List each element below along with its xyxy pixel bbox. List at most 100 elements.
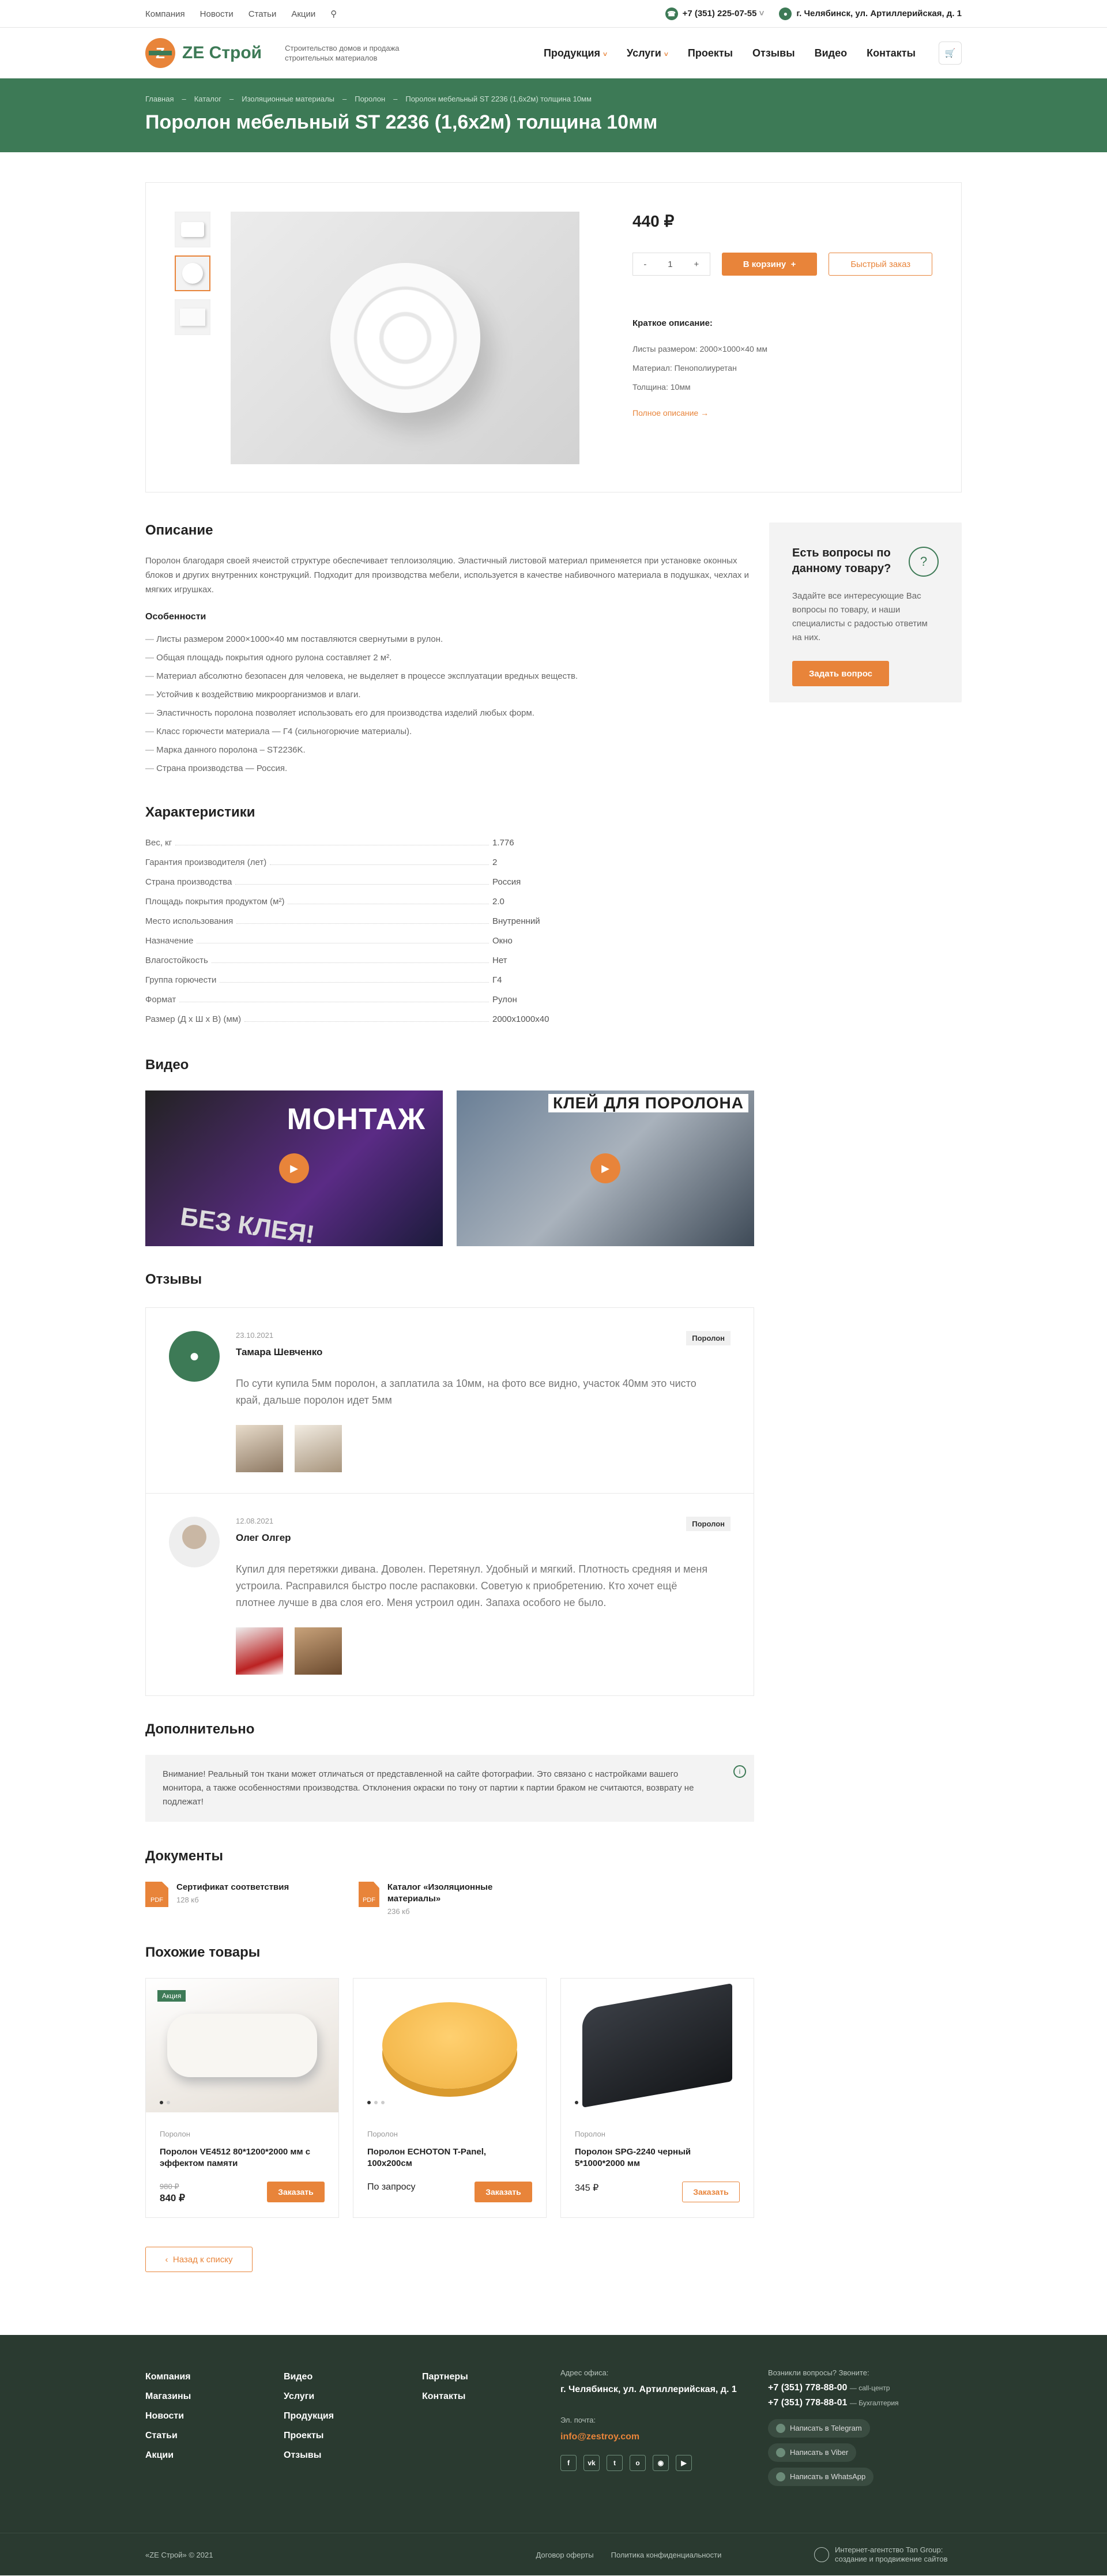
order-button[interactable]: Заказать xyxy=(267,2182,325,2202)
foam-roll-image xyxy=(330,263,480,413)
slider-dot[interactable] xyxy=(381,2101,385,2104)
footer-link[interactable]: Партнеры xyxy=(422,2367,560,2387)
cart-button[interactable]: 🛒 xyxy=(939,42,962,65)
phone-callcenter-number: +7 (351) 778-88-00 xyxy=(768,2383,848,2393)
slider-dot[interactable] xyxy=(374,2101,378,2104)
nav-video[interactable]: Видео xyxy=(815,47,848,59)
telegram-button[interactable]: Написать в Telegram xyxy=(768,2419,870,2438)
review-photo[interactable] xyxy=(236,1627,283,1675)
phone-accounting[interactable]: +7 (351) 778-88-01 — Бухгалтерия xyxy=(768,2397,899,2409)
footer-link[interactable]: Контакты xyxy=(422,2387,560,2406)
slider-dot[interactable] xyxy=(367,2101,371,2104)
thumbnail[interactable] xyxy=(175,212,210,247)
play-icon[interactable]: ▶ xyxy=(590,1153,620,1183)
phone-callcenter[interactable]: +7 (351) 778-88-00 — call-центр xyxy=(768,2382,899,2394)
footer-link[interactable]: Отзывы xyxy=(284,2446,422,2465)
order-button[interactable]: Заказать xyxy=(475,2182,532,2202)
feature-item: Класс горючести материала — Г4 (сильного… xyxy=(145,723,754,741)
viber-button[interactable]: Написать в Viber xyxy=(768,2443,857,2462)
quick-order-button[interactable]: Быстрый заказ xyxy=(829,253,932,276)
product-card-small[interactable]: Поролон Поролон ECHOTON T-Panel, 100х200… xyxy=(353,1978,547,2218)
twitter-icon[interactable]: t xyxy=(607,2455,623,2471)
thumbnail[interactable] xyxy=(175,255,210,291)
facebook-icon[interactable]: f xyxy=(560,2455,577,2471)
footer-link[interactable]: Магазины xyxy=(145,2387,284,2406)
odnoklassniki-icon[interactable]: o xyxy=(630,2455,646,2471)
product-image[interactable] xyxy=(561,1979,754,2112)
description-title: Описание xyxy=(145,522,213,538)
product-image[interactable]: Акция xyxy=(146,1979,338,2112)
product-main-image[interactable] xyxy=(231,212,579,464)
review-item: 12.08.2021 Олег Олгер Купил для перетяжк… xyxy=(146,1494,754,1695)
play-icon[interactable]: ▶ xyxy=(279,1153,309,1183)
review-photo[interactable] xyxy=(295,1425,342,1472)
footer-link[interactable]: Продукция xyxy=(284,2406,422,2426)
full-description-link[interactable]: Полное описание → xyxy=(632,408,932,418)
qty-plus-button[interactable]: + xyxy=(694,260,699,269)
slider-dot[interactable] xyxy=(575,2101,578,2104)
vk-icon[interactable]: vk xyxy=(583,2455,600,2471)
top-phone[interactable]: ☎ +7 (351) 225-07-55 ˅ xyxy=(665,7,764,20)
logo[interactable]: Z ZE Строй xyxy=(145,38,262,68)
chevron-down-icon: ˅ xyxy=(603,50,607,58)
video-card[interactable]: КЛЕЙ ДЛЯ ПОРОЛОНА ▶ xyxy=(457,1090,754,1246)
features-title: Особенности xyxy=(145,612,206,622)
whatsapp-button[interactable]: Написать в WhatsApp xyxy=(768,2468,874,2486)
main-nav: Продукция ˅ Услуги ˅ Проекты Отзывы Виде… xyxy=(544,47,916,59)
footer-link[interactable]: Компания xyxy=(145,2367,284,2387)
nav-projects[interactable]: Проекты xyxy=(688,47,733,59)
feature-item: Марка данного поролона – ST2236K. xyxy=(145,741,754,759)
breadcrumb-insulation[interactable]: Изоляционные материалы xyxy=(242,95,334,103)
top-link-promos[interactable]: Акции xyxy=(291,9,315,19)
review-photo[interactable] xyxy=(295,1627,342,1675)
video-card[interactable]: МОНТАЖ БЕЗ КЛЕЯ! ▶ xyxy=(145,1090,443,1246)
breadcrumb-foam[interactable]: Поролон xyxy=(355,95,385,103)
footer-link[interactable]: Видео xyxy=(284,2367,422,2387)
chars-value: 2.0 xyxy=(492,897,504,907)
developer-credit[interactable]: Интернет-агентство Tan Group: создание и… xyxy=(814,2545,962,2564)
feature-item: Устойчив к воздействию микроорганизмов и… xyxy=(145,686,754,704)
nav-products[interactable]: Продукция ˅ xyxy=(544,47,607,59)
top-link-company[interactable]: Компания xyxy=(145,9,185,19)
product-name[interactable]: Поролон VE4512 80*1200*2000 мм с эффекто… xyxy=(160,2146,325,2172)
nav-services[interactable]: Услуги ˅ xyxy=(627,47,668,59)
product-card-small[interactable]: Акция Поролон Поролон VE4512 80*1200*200… xyxy=(145,1978,339,2218)
nav-contacts[interactable]: Контакты xyxy=(867,47,916,59)
product-image[interactable] xyxy=(353,1979,546,2112)
top-link-news[interactable]: Новости xyxy=(200,9,234,19)
footer-link[interactable]: Статьи xyxy=(145,2426,284,2446)
top-link-articles[interactable]: Статьи xyxy=(248,9,277,19)
doc-item[interactable]: PDF Каталог «Изоляционные материалы» 236 … xyxy=(359,1882,532,1916)
reviews-title: Отзывы xyxy=(145,1272,202,1287)
instagram-icon[interactable]: ◉ xyxy=(653,2455,669,2471)
breadcrumb-catalog[interactable]: Каталог xyxy=(194,95,221,103)
doc-name: Каталог «Изоляционные материалы» xyxy=(387,1882,493,1904)
email-link[interactable]: info@zestroy.com xyxy=(560,2431,768,2443)
footer-link[interactable]: Акции xyxy=(145,2446,284,2465)
slider-dot[interactable] xyxy=(167,2101,170,2104)
footer-link[interactable]: Проекты xyxy=(284,2426,422,2446)
page-hero: Главная – Каталог – Изоляционные материалы… xyxy=(0,78,1107,152)
privacy-link[interactable]: Политика конфиденциальности xyxy=(611,2551,722,2559)
qty-minus-button[interactable]: - xyxy=(643,260,646,269)
product-name[interactable]: Поролон ECHOTON T-Panel, 100х200см xyxy=(367,2146,532,2172)
footer-link[interactable]: Новости xyxy=(145,2406,284,2426)
offer-link[interactable]: Договор оферты xyxy=(536,2551,593,2559)
slider-dot[interactable] xyxy=(160,2101,163,2104)
product-name[interactable]: Поролон SPG-2240 черный 5*1000*2000 мм xyxy=(575,2146,740,2172)
back-to-list-button[interactable]: ‹ Назад к списку xyxy=(145,2247,253,2272)
order-button[interactable]: Заказать xyxy=(682,2182,740,2202)
footer-link[interactable]: Услуги xyxy=(284,2387,422,2406)
ask-question-button[interactable]: Задать вопрос xyxy=(792,661,889,686)
qty-value[interactable]: 1 xyxy=(668,260,672,269)
doc-item[interactable]: PDF Сертификат соответствия 128 кб xyxy=(145,1882,318,1916)
search-icon[interactable]: ⚲ xyxy=(330,9,337,19)
review-photo[interactable] xyxy=(236,1425,283,1472)
thumbnail[interactable] xyxy=(175,299,210,335)
breadcrumb-home[interactable]: Главная xyxy=(145,95,174,103)
add-to-cart-button[interactable]: В корзину + xyxy=(721,253,818,276)
product-card-small[interactable]: Поролон Поролон SPG-2240 черный 5*1000*2… xyxy=(560,1978,754,2218)
nav-reviews[interactable]: Отзывы xyxy=(752,47,795,59)
youtube-icon[interactable]: ▶ xyxy=(676,2455,692,2471)
short-description-item: Материал: Пенополиуретан xyxy=(632,363,737,373)
